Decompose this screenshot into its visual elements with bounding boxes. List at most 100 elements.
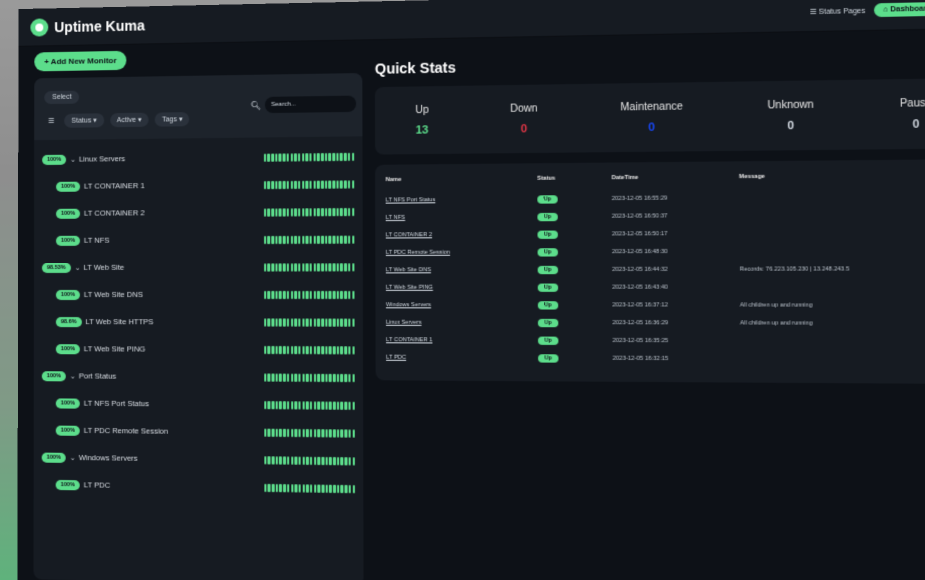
chevron-down-icon[interactable]: ⌄ <box>70 372 76 380</box>
heartbeat-beat <box>340 428 344 438</box>
monitor-item[interactable]: 100% ⌄ Port Status <box>41 362 355 391</box>
event-monitor-link[interactable]: LT NFS <box>386 214 405 220</box>
heartbeat-beat <box>282 180 286 189</box>
events-table: Name Status DateTime Message LT NFS Port… <box>386 172 925 369</box>
heartbeat-beat <box>267 262 271 272</box>
event-monitor-link[interactable]: LT CONTAINER 1 <box>386 337 432 343</box>
heartbeat-beat <box>332 207 336 216</box>
heartbeat-beat <box>290 235 293 244</box>
heartbeat-beat <box>267 345 271 354</box>
heartbeat-beat <box>313 400 317 410</box>
event-monitor-link-cell[interactable]: LT PDC Remote Session <box>386 243 538 261</box>
heartbeat-bar <box>263 400 355 410</box>
event-monitor-link[interactable]: LT Web Site DNS <box>386 267 431 273</box>
status-badge: Up <box>537 265 558 274</box>
event-monitor-link[interactable]: LT Web Site PING <box>386 284 433 290</box>
event-datetime-cell: 2023-12-05 16:36:29 <box>612 314 740 332</box>
stat-up-value: 13 <box>415 123 429 137</box>
tags-filter[interactable]: Tags ▾ <box>154 112 190 127</box>
heartbeat-beat <box>328 262 332 271</box>
event-monitor-link[interactable]: LT PDC Remote Session <box>386 249 450 255</box>
table-row: Windows Servers Up 2023-12-05 16:37:12 All … <box>386 296 925 314</box>
heartbeat-bar <box>263 317 355 327</box>
monitor-item[interactable]: 100% LT Web Site DNS <box>42 281 355 309</box>
heartbeat-beat <box>313 290 317 299</box>
heartbeat-beat <box>294 317 297 327</box>
event-monitor-link-cell[interactable]: LT CONTAINER 1 <box>386 331 538 349</box>
add-new-monitor-button[interactable]: + Add New Monitor <box>34 50 127 72</box>
monitor-item[interactable]: 100% LT Web Site PING <box>42 335 355 364</box>
table-row: LT Web Site DNS Up 2023-12-05 16:44:32 Reco… <box>386 260 925 279</box>
heartbeat-beat <box>347 235 351 244</box>
status-badge: Up <box>537 283 558 292</box>
heartbeat-beat <box>351 290 355 299</box>
event-monitor-link-cell[interactable]: LT NFS <box>386 208 538 226</box>
heartbeat-beat <box>317 456 321 465</box>
heartbeat-beat <box>275 235 278 244</box>
heartbeat-beat <box>282 152 286 162</box>
heartbeat-beat <box>348 456 352 465</box>
monitor-item[interactable]: 100% LT CONTAINER 1 <box>42 170 355 200</box>
monitor-name: Windows Servers <box>78 452 138 463</box>
monitor-item[interactable]: 98.53% ⌄ LT Web Site <box>41 253 355 281</box>
dashboard-button[interactable]: ⌂ Dashboard <box>874 1 925 18</box>
table-row: LT PDC Up 2023-12-05 16:32:15 <box>386 348 925 368</box>
event-message-cell <box>740 350 925 369</box>
status-pages-link[interactable]: ☰ Status Pages <box>810 6 866 15</box>
heartbeat-beat <box>351 345 355 354</box>
heartbeat-beat <box>290 152 293 162</box>
select-button[interactable]: Select <box>44 90 80 105</box>
table-row: LT PDC Remote Session Up 2023-12-05 16:48:… <box>386 241 925 261</box>
monitor-item[interactable]: 100% LT PDC <box>42 471 355 503</box>
event-monitor-link-cell[interactable]: LT Web Site DNS <box>386 261 538 279</box>
event-datetime-cell: 2023-12-05 16:48:30 <box>612 242 740 260</box>
event-monitor-link-cell[interactable]: LT Web Site PING <box>386 278 538 296</box>
heartbeat-beat <box>320 235 324 244</box>
chevron-down-icon[interactable]: ⌄ <box>75 263 81 271</box>
heartbeat-beat <box>294 235 297 244</box>
heartbeat-beat <box>278 262 282 272</box>
heartbeat-beat <box>336 456 340 465</box>
event-monitor-link[interactable]: LT PDC <box>386 354 406 360</box>
status-badge-cell: Up <box>537 243 612 261</box>
event-monitor-link[interactable]: Windows Servers <box>386 302 431 308</box>
monitor-item[interactable]: 98.6% LT Web Site HTTPS <box>42 308 355 336</box>
event-monitor-link[interactable]: Linux Servers <box>386 319 421 325</box>
event-monitor-link[interactable]: LT CONTAINER 2 <box>386 232 432 238</box>
monitor-item[interactable]: 100% LT PDC Remote Session <box>42 416 355 447</box>
monitor-item[interactable]: 100% LT NFS <box>42 225 355 254</box>
search-input[interactable]: Search... <box>264 95 357 114</box>
active-filter[interactable]: Active ▾ <box>109 112 149 128</box>
event-monitor-link[interactable]: LT NFS Port Status <box>386 197 436 204</box>
uptime-badge: 100% <box>55 397 80 409</box>
monitor-item[interactable]: 100% ⌄ Linux Servers <box>42 143 355 173</box>
monitor-item[interactable]: 100% ⌄ Windows Servers <box>41 444 355 475</box>
filter-list-icon[interactable]: ☰ <box>44 115 58 127</box>
status-filter[interactable]: Status ▾ <box>64 113 104 128</box>
chevron-down-icon[interactable]: ⌄ <box>70 453 76 461</box>
uptime-kuma-logo-icon <box>30 17 49 37</box>
chevron-down-icon[interactable]: ⌄ <box>70 155 76 163</box>
heartbeat-beat <box>290 317 294 327</box>
heartbeat-beat <box>286 235 290 244</box>
heartbeat-beat <box>275 317 278 327</box>
status-badge-cell: Up <box>537 190 611 208</box>
heartbeat-beat <box>305 235 309 244</box>
heartbeat-beat <box>317 373 321 382</box>
heartbeat-beat <box>332 262 336 271</box>
stat-down-label: Down <box>510 102 538 115</box>
monitor-item[interactable]: 100% LT NFS Port Status <box>42 389 355 419</box>
heartbeat-beat <box>275 207 278 217</box>
status-badge-cell: Up <box>537 314 612 332</box>
monitor-item[interactable]: 100% LT CONTAINER 2 <box>42 198 355 227</box>
heartbeat-beat <box>344 428 348 438</box>
event-monitor-link-cell[interactable]: LT CONTAINER 2 <box>386 225 538 243</box>
event-monitor-link-cell[interactable]: LT NFS Port Status <box>386 190 538 209</box>
event-monitor-link-cell[interactable]: Linux Servers <box>386 313 538 331</box>
heartbeat-beat <box>321 318 324 327</box>
heartbeat-beat <box>329 428 332 437</box>
event-monitor-link-cell[interactable]: Windows Servers <box>386 296 538 314</box>
event-monitor-link-cell[interactable]: LT PDC <box>386 348 538 366</box>
heartbeat-beat <box>305 400 309 410</box>
status-badge: Up <box>538 353 559 363</box>
